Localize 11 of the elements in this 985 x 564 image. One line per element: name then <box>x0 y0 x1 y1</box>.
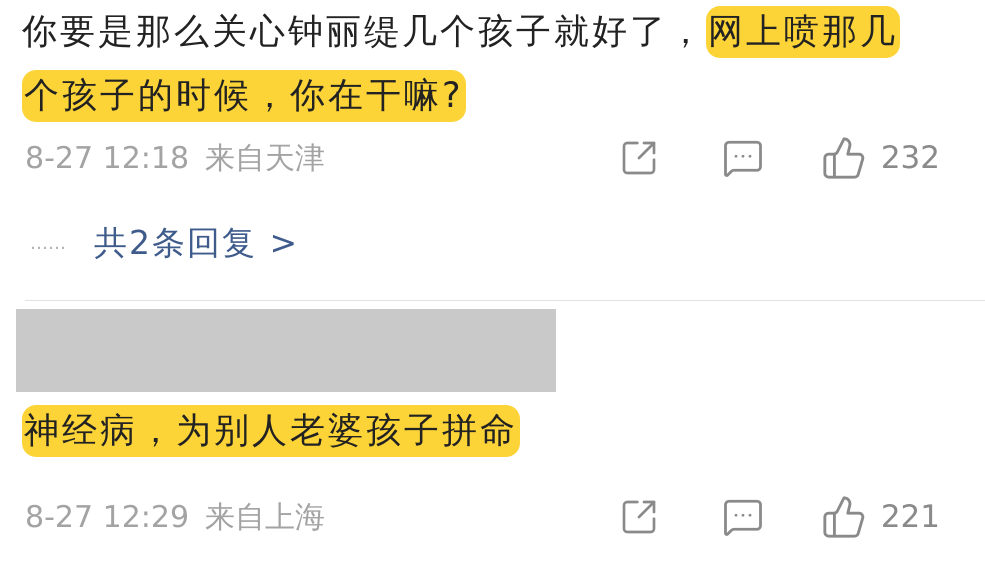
like-count: 221 <box>880 498 940 537</box>
thumbs-up-icon[interactable] <box>820 494 867 540</box>
comment-location: 来自天津 <box>205 140 326 178</box>
ellipsis-dots: …… <box>30 232 66 256</box>
comment-date: 8-27 12:29 <box>25 498 190 536</box>
view-replies-link[interactable]: 共2条回复 > <box>94 218 300 268</box>
thumbs-up-icon[interactable] <box>820 135 867 181</box>
comment-date: 8-27 12:18 <box>25 140 190 178</box>
comment-location: 来自上海 <box>205 498 326 536</box>
comment-text: 神经病，为别人老婆孩子拼命 <box>0 399 930 463</box>
like-count: 232 <box>880 138 940 178</box>
